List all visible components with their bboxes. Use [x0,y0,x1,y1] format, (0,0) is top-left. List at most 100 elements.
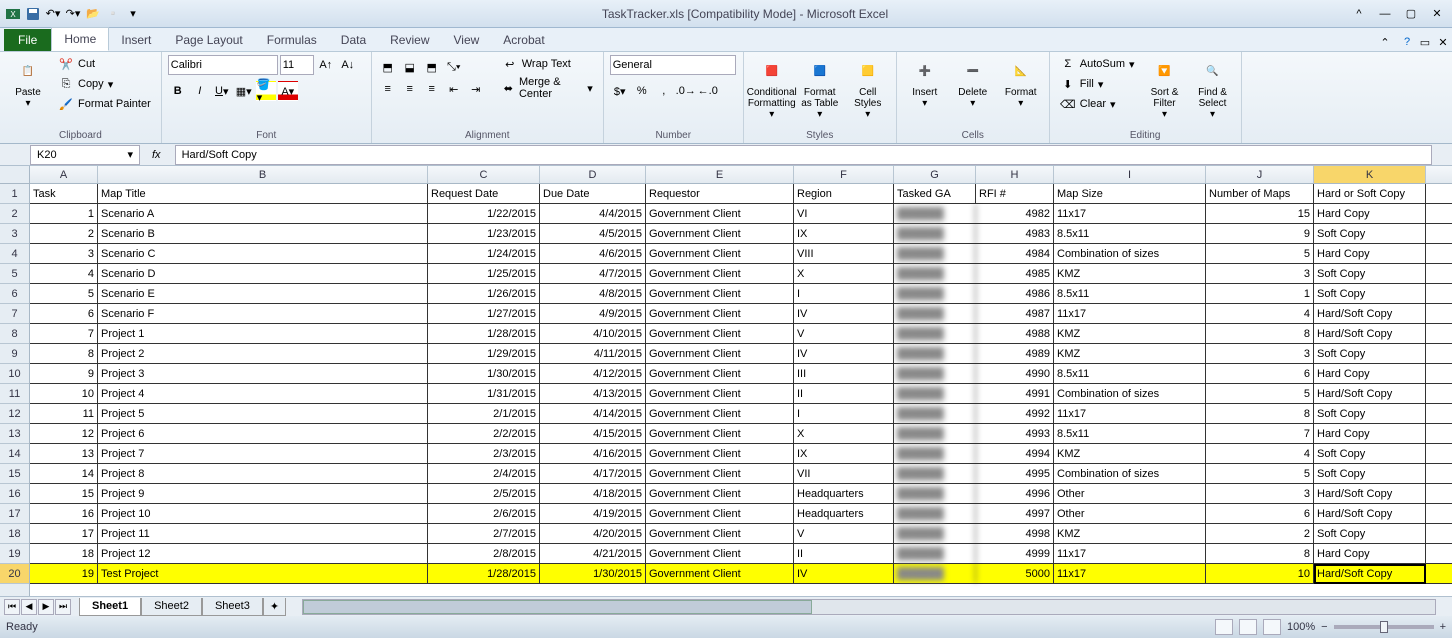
cell[interactable]: 14 [30,464,98,483]
maximize-icon[interactable]: ▢ [1400,5,1422,23]
cell[interactable]: Hard/Soft Copy [1314,504,1426,523]
cell[interactable]: ██████ [894,504,976,523]
cell[interactable]: 2/5/2015 [428,484,540,503]
cell[interactable]: Soft Copy [1314,224,1426,243]
wrap-text-button[interactable]: ↩Wrap Text [498,55,597,73]
cell[interactable]: 8.5x11 [1054,224,1206,243]
cell[interactable]: 4992 [976,404,1054,423]
cell[interactable]: Government Client [646,424,794,443]
col-header-F[interactable]: F [794,166,894,183]
cell[interactable]: ██████ [894,424,976,443]
comma-format-button[interactable]: , [654,81,674,101]
cell[interactable]: Hard/Soft Copy [1314,384,1426,403]
cell[interactable]: KMZ [1054,324,1206,343]
tab-insert[interactable]: Insert [109,29,163,51]
cell[interactable]: ██████ [894,304,976,323]
zoom-slider[interactable] [1334,625,1434,629]
sheet-tab-3[interactable]: Sheet3 [202,598,263,616]
header-cell[interactable]: Request Date [428,184,540,203]
cell[interactable]: KMZ [1054,344,1206,363]
row-header-18[interactable]: 18 [0,524,29,544]
cell[interactable]: Scenario E [98,284,428,303]
cell[interactable]: IV [794,304,894,323]
underline-button[interactable]: U▾ [212,81,232,101]
cell[interactable]: 7 [30,324,98,343]
cell[interactable]: 18 [30,544,98,563]
undo-icon[interactable]: ↶▾ [44,5,62,23]
cell[interactable]: ██████ [894,344,976,363]
find-select-button[interactable]: 🔍Find & Select▾ [1191,55,1235,120]
cell[interactable]: 5 [1206,384,1314,403]
col-header-K[interactable]: K [1314,166,1426,183]
col-header-D[interactable]: D [540,166,646,183]
cell[interactable]: 4986 [976,284,1054,303]
cell[interactable]: 1/28/2015 [428,324,540,343]
cell[interactable]: ██████ [894,384,976,403]
cell[interactable]: Government Client [646,384,794,403]
cell[interactable]: KMZ [1054,264,1206,283]
cell[interactable]: 4/20/2015 [540,524,646,543]
cell[interactable]: Government Client [646,524,794,543]
row-header-16[interactable]: 16 [0,484,29,504]
select-all-button[interactable] [0,166,30,183]
tab-data[interactable]: Data [329,29,378,51]
cell[interactable]: 2/6/2015 [428,504,540,523]
cell[interactable]: 11x17 [1054,544,1206,563]
cell[interactable]: Soft Copy [1314,464,1426,483]
cell[interactable]: 12 [30,424,98,443]
number-format-combo[interactable] [610,55,736,75]
cell[interactable]: 4996 [976,484,1054,503]
cell[interactable]: 15 [1206,204,1314,223]
cell[interactable]: 3 [1206,484,1314,503]
header-cell[interactable]: Task [30,184,98,203]
cell[interactable]: 13 [30,444,98,463]
cell[interactable]: Government Client [646,284,794,303]
row-header-6[interactable]: 6 [0,284,29,304]
cell[interactable]: 8.5x11 [1054,424,1206,443]
cell[interactable]: Government Client [646,404,794,423]
cell[interactable]: IX [794,444,894,463]
col-header-B[interactable]: B [98,166,428,183]
cell[interactable]: ██████ [894,324,976,343]
cell[interactable]: 4989 [976,344,1054,363]
delete-cells-button[interactable]: ➖Delete▾ [951,55,995,109]
tab-home[interactable]: Home [51,27,109,51]
clear-button[interactable]: ⌫Clear ▾ [1056,95,1139,113]
cell[interactable]: ██████ [894,464,976,483]
sheet-last-button[interactable]: ⏭ [55,599,71,615]
cell[interactable]: ██████ [894,564,976,583]
cell[interactable]: ██████ [894,544,976,563]
cell[interactable]: 4983 [976,224,1054,243]
cell[interactable]: 4/14/2015 [540,404,646,423]
cell[interactable]: 4997 [976,504,1054,523]
cell[interactable]: 3 [30,244,98,263]
cell[interactable]: Hard Copy [1314,544,1426,563]
cell[interactable]: 10 [30,384,98,403]
cell[interactable]: Government Client [646,204,794,223]
cells-area[interactable]: TaskMap TitleRequest DateDue DateRequest… [30,184,1452,596]
sheet-next-button[interactable]: ▶ [38,599,54,615]
tab-acrobat[interactable]: Acrobat [491,29,556,51]
excel-icon[interactable]: X [4,5,22,23]
cell[interactable]: 2/2/2015 [428,424,540,443]
cell[interactable]: Government Client [646,324,794,343]
cell[interactable]: Government Client [646,224,794,243]
cell[interactable]: IV [794,564,894,583]
cell[interactable]: V [794,524,894,543]
cell[interactable]: 6 [1206,504,1314,523]
row-header-8[interactable]: 8 [0,324,29,344]
header-cell[interactable]: Requestor [646,184,794,203]
cell[interactable]: 4984 [976,244,1054,263]
header-cell[interactable]: Region [794,184,894,203]
cell[interactable]: 4/15/2015 [540,424,646,443]
italic-button[interactable]: I [190,81,210,101]
row-header-2[interactable]: 2 [0,204,29,224]
cell[interactable]: Soft Copy [1314,264,1426,283]
cell[interactable]: Soft Copy [1314,404,1426,423]
tab-view[interactable]: View [442,29,492,51]
chevron-down-icon[interactable]: ▾ [127,148,133,161]
cell[interactable]: 4998 [976,524,1054,543]
fill-color-button[interactable]: 🪣▾ [256,81,276,101]
cell[interactable]: Government Client [646,264,794,283]
cell[interactable]: II [794,544,894,563]
